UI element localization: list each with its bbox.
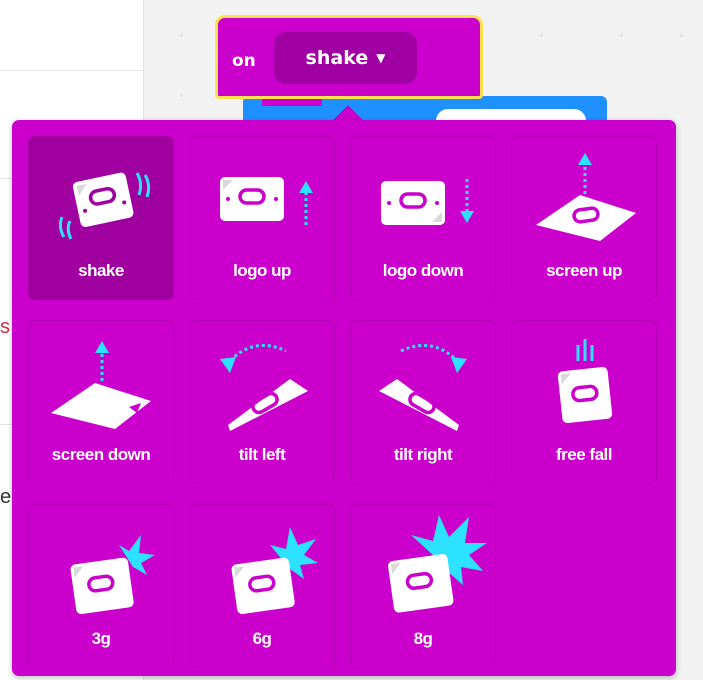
6g-icon	[231, 527, 318, 614]
gesture-option-3g[interactable]: 3g	[28, 504, 174, 668]
gesture-dropdown-value: shake	[305, 47, 369, 69]
gesture-option-8g[interactable]: 8g	[350, 504, 496, 668]
shake-icon	[58, 172, 151, 240]
gesture-label: tilt left	[238, 445, 286, 464]
hat-block-label: on	[232, 51, 256, 71]
dropdown-caret-icon: ▼	[376, 51, 386, 65]
gesture-label: logo up	[233, 261, 291, 280]
on-gesture-hat-block[interactable]: on shake ▼	[215, 15, 483, 99]
3g-icon	[70, 535, 155, 614]
toolbox-peek-text: e	[0, 486, 12, 508]
gesture-option-screen-up[interactable]: screen up	[511, 136, 657, 300]
gesture-label: 6g	[252, 629, 272, 648]
gesture-picker-popup: shake logo up logo down screen up screen…	[12, 120, 676, 676]
gesture-option-logo-up[interactable]: logo up	[189, 136, 335, 300]
gesture-label: free fall	[556, 445, 612, 464]
gesture-option-free-fall[interactable]: free fall	[511, 320, 657, 484]
gesture-option-tilt-left[interactable]: tilt left	[189, 320, 335, 484]
gesture-option-screen-down[interactable]: screen down	[28, 320, 174, 484]
logo-down-icon	[381, 179, 474, 225]
free-fall-icon	[557, 339, 613, 423]
gesture-label: logo down	[382, 261, 464, 280]
tilt-left-icon	[220, 343, 308, 431]
gesture-option-logo-down[interactable]: logo down	[350, 136, 496, 300]
toolbox-peek-text: s	[0, 316, 10, 338]
gesture-label: 3g	[91, 629, 111, 648]
gesture-grid: shake logo up logo down screen up screen…	[28, 136, 657, 668]
gesture-option-tilt-right[interactable]: tilt right	[350, 320, 496, 484]
logo-up-icon	[220, 177, 313, 225]
screen-up-icon	[536, 153, 636, 241]
gesture-dropdown[interactable]: shake ▼	[274, 32, 417, 84]
gesture-label: screen down	[51, 445, 151, 464]
toolbox-divider	[0, 70, 143, 71]
gesture-label: shake	[78, 261, 124, 280]
gesture-label: tilt right	[393, 445, 453, 464]
gesture-label: screen up	[546, 261, 622, 280]
screen-down-icon	[51, 341, 151, 429]
gesture-label: 8g	[413, 629, 433, 648]
gesture-option-6g[interactable]: 6g	[189, 504, 335, 668]
tilt-right-icon	[379, 343, 467, 431]
gesture-option-shake[interactable]: shake	[28, 136, 174, 300]
8g-icon	[388, 515, 487, 613]
